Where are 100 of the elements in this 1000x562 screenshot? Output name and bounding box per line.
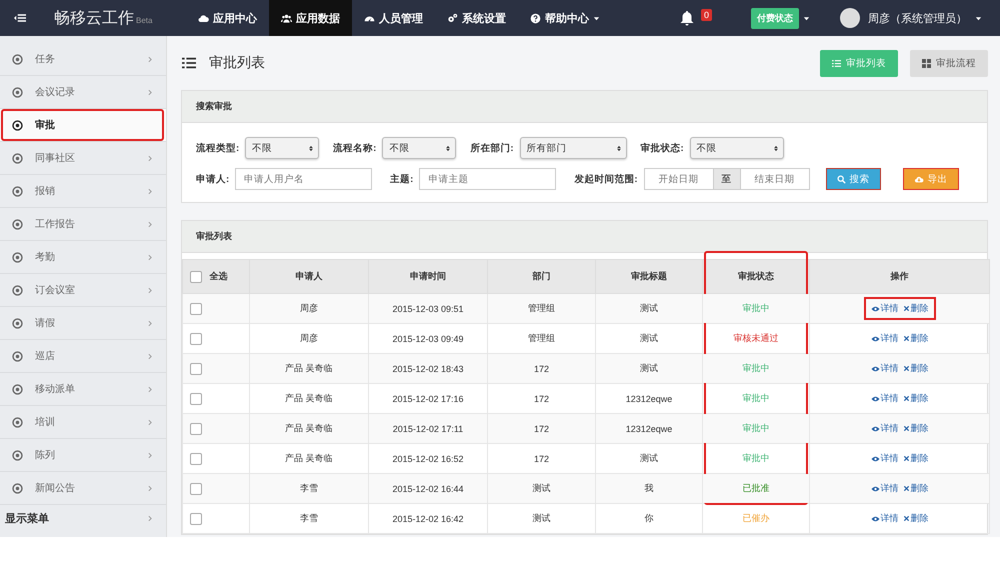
eye-icon: [870, 394, 880, 402]
detail-link[interactable]: 详情: [870, 422, 898, 435]
chevron-right-icon: [147, 352, 154, 360]
start-date-input[interactable]: 开始日期: [644, 168, 714, 190]
chevron-right-icon: [147, 286, 154, 294]
row-checkbox[interactable]: [190, 512, 202, 524]
select-field[interactable]: 不限: [690, 137, 784, 159]
detail-link[interactable]: 详情: [870, 482, 898, 495]
nav-tab[interactable]: 帮助中心: [518, 0, 612, 36]
table-cell: 2015-12-02 18:43: [392, 364, 464, 374]
sidebar-item[interactable]: 会议记录: [0, 76, 166, 109]
close-icon: [902, 335, 910, 342]
detail-link[interactable]: 详情: [870, 452, 898, 465]
chevron-right-icon: [147, 514, 154, 522]
sidebar-item[interactable]: 考勤: [0, 241, 166, 274]
user-menu[interactable]: 周彦（系统管理员）: [868, 10, 967, 26]
view-button[interactable]: 审批流程: [910, 50, 988, 76]
delete-link[interactable]: 删除: [902, 362, 928, 375]
detail-link[interactable]: 详情: [870, 332, 898, 345]
updown-icon: [445, 144, 452, 152]
select-all-checkbox[interactable]: [190, 270, 202, 283]
applicant-input[interactable]: 申请人用户名: [235, 168, 372, 190]
nav-tab[interactable]: 应用数据: [269, 0, 352, 36]
sidebar-item[interactable]: 请假: [0, 307, 166, 340]
delete-link[interactable]: 删除: [902, 302, 928, 315]
nav-tab[interactable]: 人员管理: [352, 0, 435, 36]
avatar-icon[interactable]: [840, 8, 860, 28]
sidebar-item[interactable]: 陈列: [0, 439, 166, 472]
sidebar-item[interactable]: 任务: [0, 43, 166, 76]
eye-icon: [870, 304, 880, 312]
panel-title: 审批列表: [196, 230, 232, 243]
nav-tab[interactable]: 系统设置: [435, 0, 518, 36]
target-icon: [12, 350, 23, 362]
sidebar-item[interactable]: 审批: [0, 109, 166, 142]
table-cell: 2015-12-02 17:11: [392, 424, 464, 434]
sidebar-item[interactable]: 培训: [0, 406, 166, 439]
sidebar-item[interactable]: 工作报告: [0, 208, 166, 241]
sidebar-item[interactable]: 新闻公告: [0, 472, 166, 505]
detail-link[interactable]: 详情: [870, 302, 898, 315]
row-checkbox[interactable]: [190, 392, 202, 404]
detail-link[interactable]: 详情: [870, 392, 898, 405]
nav-tab[interactable]: 应用中心: [186, 0, 269, 36]
updown-icon: [772, 144, 779, 152]
sidebar-item[interactable]: 报销: [0, 175, 166, 208]
target-icon: [12, 284, 23, 296]
target-icon: [12, 384, 23, 394]
select-field[interactable]: 所有部门: [520, 137, 627, 159]
chevron-right-icon: [147, 220, 154, 228]
delete-link[interactable]: 删除: [902, 422, 928, 435]
table-cell: 周彦: [300, 303, 318, 313]
delete-link[interactable]: 删除: [902, 512, 928, 525]
sidebar-item[interactable]: 移动派单: [0, 373, 166, 406]
close-icon: [902, 305, 910, 312]
delete-link[interactable]: 删除: [902, 392, 928, 405]
end-date-input[interactable]: 结束日期: [740, 168, 810, 190]
filter-label: 主题:: [390, 172, 414, 186]
table-cell: 产品 吴奇临: [285, 393, 333, 403]
delete-link[interactable]: 删除: [902, 332, 928, 345]
caret-icon: [593, 14, 600, 22]
row-checkbox[interactable]: [190, 332, 202, 344]
detail-link[interactable]: 详情: [870, 362, 898, 375]
delete-link[interactable]: 删除: [902, 452, 928, 465]
row-checkbox[interactable]: [190, 362, 202, 374]
table-cell: 172: [534, 364, 550, 374]
bell-icon: [679, 9, 695, 27]
column-header: 申请人: [296, 271, 322, 281]
close-icon: [902, 425, 910, 432]
gears-icon: [447, 12, 458, 24]
select-field[interactable]: 不限: [382, 137, 456, 159]
status-text: 审批中: [742, 393, 770, 403]
table-cell: 12312eqwe: [626, 394, 672, 404]
status-text: 审批中: [742, 423, 770, 433]
caret-icon: [975, 14, 982, 22]
sidebar-item[interactable]: 同事社区: [0, 142, 166, 175]
sidebar-item[interactable]: 订会议室: [0, 274, 166, 307]
sidebar-item[interactable]: 巡店: [0, 340, 166, 373]
close-icon: [902, 515, 910, 522]
target-icon: [12, 218, 23, 230]
filter-label: 申请人:: [196, 172, 230, 186]
table-cell: 产品 吴奇临: [285, 453, 333, 463]
notification-badge: 0: [701, 9, 712, 21]
row-checkbox[interactable]: [190, 422, 202, 434]
status-text: 已催办: [742, 513, 770, 523]
column-header: 操作: [890, 271, 908, 281]
chevron-right-icon: [147, 450, 154, 460]
subject-input[interactable]: 申请主题: [419, 168, 556, 190]
select-field[interactable]: 不限: [245, 137, 320, 159]
close-icon: [902, 455, 910, 462]
eye-icon: [870, 514, 880, 522]
delete-link[interactable]: 删除: [902, 482, 928, 495]
table-cell: 李雪: [300, 483, 318, 493]
target-icon: [12, 54, 23, 64]
table-cell: 产品 吴奇临: [285, 423, 333, 433]
row-checkbox[interactable]: [190, 482, 202, 494]
chevron-right-icon: [147, 154, 154, 162]
target-icon: [12, 252, 23, 262]
row-checkbox[interactable]: [190, 452, 202, 464]
row-checkbox[interactable]: [190, 302, 202, 314]
beta-label: Beta: [136, 16, 152, 24]
detail-link[interactable]: 详情: [870, 512, 898, 525]
